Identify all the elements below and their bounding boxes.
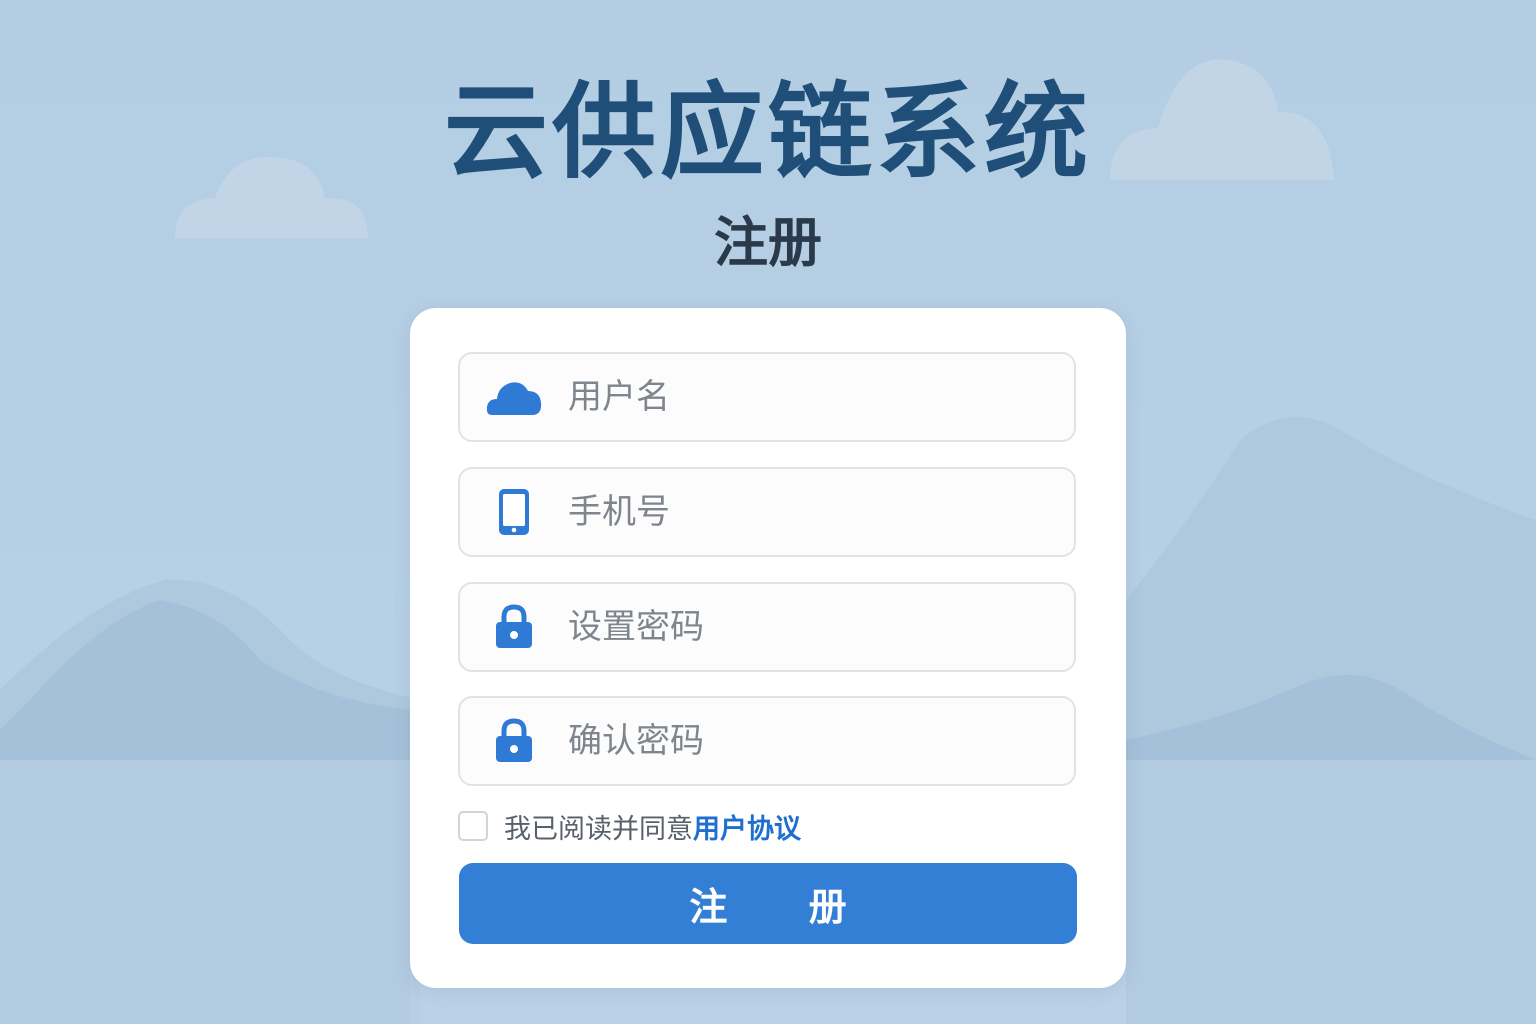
- app-title: 云供应链系统: [443, 71, 1092, 193]
- cloud-icon: [486, 369, 542, 425]
- lock-icon: [486, 713, 542, 769]
- phone-field[interactable]: [458, 467, 1076, 557]
- password-input[interactable]: [566, 596, 1050, 658]
- confirm-password-input[interactable]: [566, 710, 1050, 772]
- phone-input[interactable]: [566, 481, 1050, 543]
- username-input[interactable]: [566, 366, 1050, 428]
- password-field[interactable]: [458, 582, 1076, 672]
- agreement-row: 我已阅读并同意 用户协议: [458, 807, 801, 846]
- register-card: 我已阅读并同意用户协议 注 册: [410, 308, 1126, 988]
- agreement-text: 我已阅读并同意: [504, 813, 693, 845]
- agreement-checkbox[interactable]: [458, 811, 488, 841]
- lock-icon: [486, 599, 542, 655]
- confirm-password-field[interactable]: [458, 696, 1076, 786]
- page-title: 注册: [714, 211, 822, 274]
- register-button[interactable]: 注 册: [459, 863, 1077, 944]
- username-field[interactable]: [458, 352, 1076, 442]
- user-agreement-link[interactable]: 用户协议: [693, 807, 801, 846]
- phone-icon: [486, 484, 542, 540]
